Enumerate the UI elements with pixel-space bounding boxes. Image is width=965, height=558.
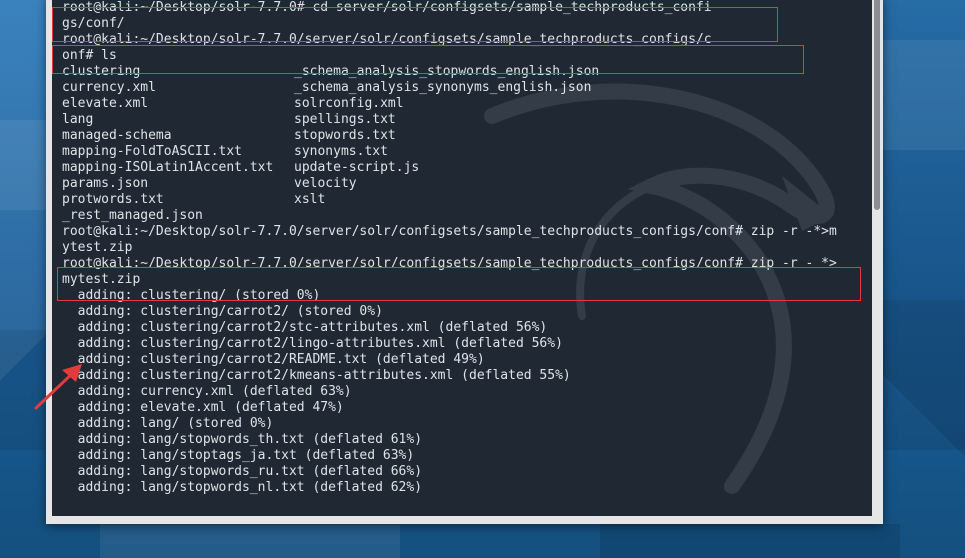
ls-entry: managed-schema [62, 128, 172, 143]
ls-entry: _rest_managed.json [62, 208, 203, 223]
ls-entry: _schema_analysis_synonyms_english.json [294, 80, 592, 95]
zip-output-line: adding: clustering/carrot2/kmeans-attrib… [62, 368, 571, 383]
ls-entry: solrconfig.xml [294, 96, 404, 111]
terminal-window[interactable]: 目录 root@kali:~/Desktop/solr-7.7.0# cd se… [46, 0, 883, 524]
ls-output-row: currency.xml _schema_analysis_synonyms_en… [62, 80, 862, 96]
desktop-tile [883, 300, 965, 450]
terminal-scrollbar[interactable] [872, 0, 882, 516]
ls-entry: clustering [62, 64, 141, 79]
ls-output-row: mapping-FoldToASCII.txt synonyms.txt [62, 144, 862, 160]
ls-entry: protwords.txt [62, 192, 164, 207]
ls-entry: currency.xml [62, 80, 156, 95]
zip-output-line: adding: clustering/carrot2/stc-attribute… [62, 320, 548, 335]
terminal-command-line: root@kali:~/Desktop/solr-7.7.0/server/so… [62, 224, 837, 239]
desktop-tile [100, 524, 400, 558]
ls-entry: stopwords.txt [294, 128, 396, 143]
zip-output-line: adding: clustering/carrot2/ (stored 0%) [62, 304, 383, 319]
terminal-command-line: root@kali:~/Desktop/solr-7.7.0/server/so… [62, 32, 712, 47]
ls-entry: velocity [294, 176, 357, 191]
ls-entry: elevate.xml [62, 96, 149, 111]
ls-entry: mapping-FoldToASCII.txt [62, 144, 243, 159]
zip-output-line: adding: elevate.xml (deflated 47%) [62, 400, 344, 415]
ls-entry: mapping-ISOLatin1Accent.txt [62, 160, 274, 175]
terminal-command-line: root@kali:~/Desktop/solr-7.7.0# cd serve… [62, 0, 712, 15]
ls-output-row: lang spellings.txt [62, 112, 862, 128]
ls-entry: params.json [62, 176, 149, 191]
ls-output-row: managed-schema stopwords.txt [62, 128, 862, 144]
ls-output-row: params.json velocity [62, 176, 862, 192]
zip-output-line: adding: lang/stoptags_ja.txt (deflated 6… [62, 448, 415, 463]
zip-output-line: adding: lang/stopwords_nl.txt (deflated … [62, 480, 423, 495]
terminal-command-line: ytest.zip [62, 240, 133, 255]
ls-entry: lang [62, 112, 94, 127]
zip-output-line: adding: currency.xml (deflated 63%) [62, 384, 352, 399]
terminal-lines: 目录 root@kali:~/Desktop/solr-7.7.0# cd se… [62, 0, 862, 496]
zip-output-line: adding: clustering/ (stored 0%) [62, 288, 321, 303]
zip-output-line: adding: lang/ (stored 0%) [62, 416, 274, 431]
terminal-command-line: mytest.zip [62, 272, 141, 287]
ls-entry: update-script.js [294, 160, 420, 175]
ls-output-row: elevate.xml solrconfig.xml [62, 96, 862, 112]
desktop-tile [0, 120, 46, 210]
ls-output-row: mapping-ISOLatin1Accent.txt update-script… [62, 160, 862, 176]
terminal-command-line: onf# ls [62, 48, 117, 63]
desktop-tile [600, 524, 900, 558]
zip-output-line: adding: lang/stopwords_th.txt (deflated … [62, 432, 423, 447]
ls-output-row: _rest_managed.json [62, 208, 862, 224]
ls-entry: xslt [294, 192, 326, 207]
ls-output-row: clustering _schema_analysis_stopwords_eng… [62, 64, 862, 80]
ls-entry: spellings.txt [294, 112, 396, 127]
terminal-output-area[interactable]: 目录 root@kali:~/Desktop/solr-7.7.0# cd se… [52, 0, 872, 516]
terminal-command-line: gs/conf/ [62, 16, 125, 31]
ls-entry: _schema_analysis_stopwords_english.json [294, 64, 600, 79]
zip-output-line: adding: clustering/carrot2/README.txt (d… [62, 352, 485, 367]
desktop-tile [0, 330, 46, 450]
ls-entry: synonyms.txt [294, 144, 388, 159]
terminal-command-line: root@kali:~/Desktop/solr-7.7.0/server/so… [62, 256, 837, 271]
ls-output-row: protwords.txt xslt [62, 192, 862, 208]
zip-output-line: adding: lang/stopwords_ru.txt (deflated … [62, 464, 423, 479]
scrollbar-thumb[interactable] [874, 0, 880, 210]
zip-output-line: adding: clustering/carrot2/lingo-attribu… [62, 336, 563, 351]
desktop-tile [883, 40, 965, 150]
